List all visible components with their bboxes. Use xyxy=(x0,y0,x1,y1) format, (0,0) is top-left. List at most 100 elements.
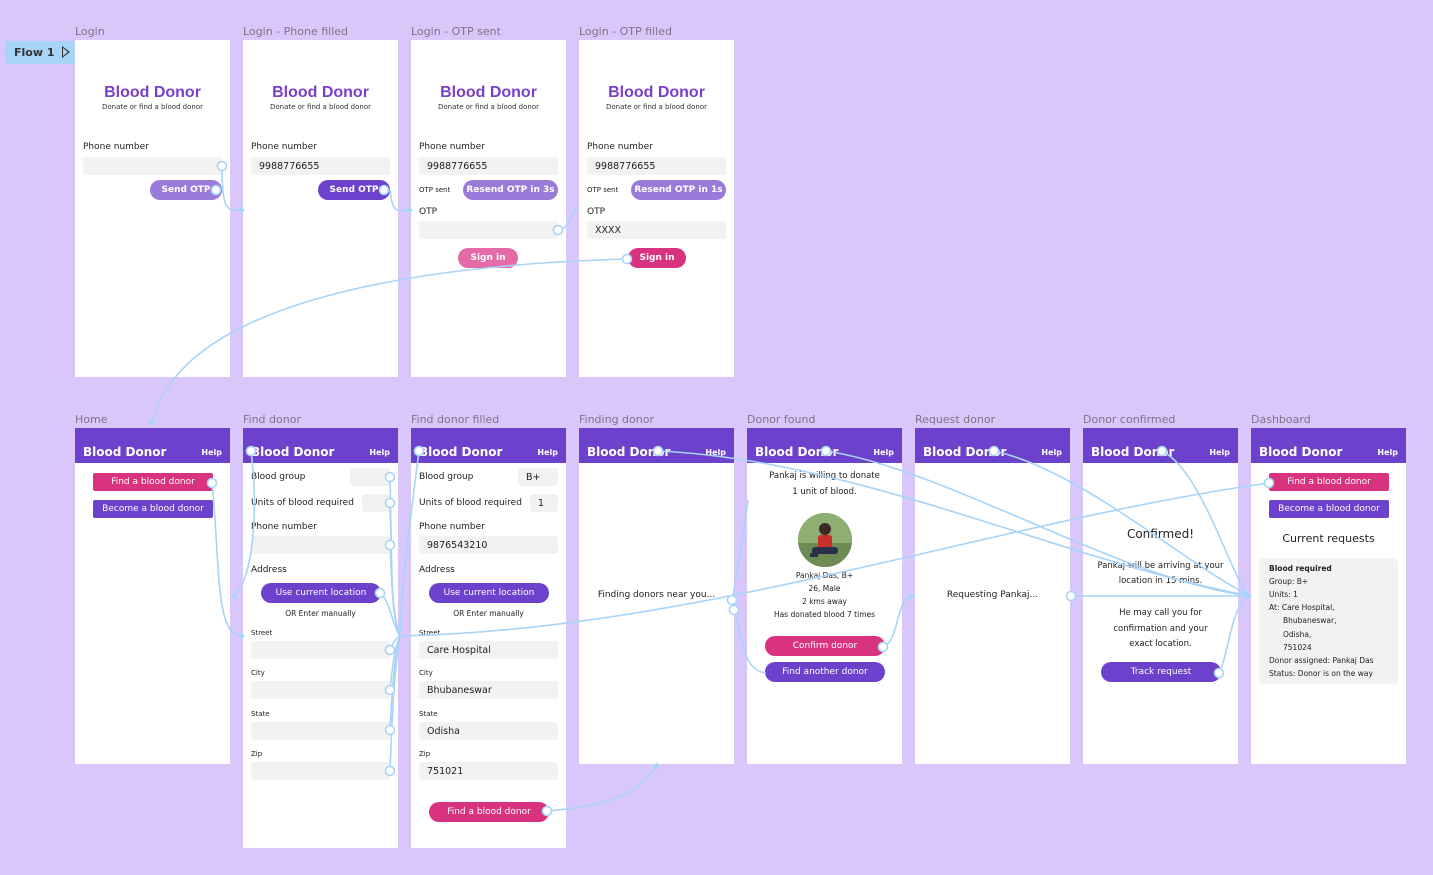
donor-message-line2: 1 unit of blood. xyxy=(792,487,857,497)
units-input[interactable]: 1 xyxy=(530,494,558,512)
state-label: State xyxy=(251,710,270,718)
app-header: Blood Donor Help xyxy=(1251,428,1406,463)
state-input[interactable]: Odisha xyxy=(419,722,558,740)
frame-label-otp-sent: Login - OTP sent xyxy=(411,25,501,38)
city-input[interactable]: Bhubaneswar xyxy=(419,681,558,699)
header-title: Blood Donor xyxy=(587,445,671,459)
use-location-button[interactable]: Use current location xyxy=(261,583,381,603)
prototype-canvas: Flow 1 Login Blood Donor Donate or find … xyxy=(0,0,1433,875)
frame-label-otp-filled: Login - OTP filled xyxy=(579,25,672,38)
flow-start-tag[interactable]: Flow 1 xyxy=(5,41,75,64)
app-tagline: Donate or find a blood donor xyxy=(269,103,372,111)
header-title: Blood Donor xyxy=(923,445,1007,459)
send-otp-button[interactable]: Send OTP xyxy=(150,180,222,200)
frame-find-donor: Blood Donor Help Blood group Units of bl… xyxy=(243,428,398,848)
header-title: Blood Donor xyxy=(1091,445,1175,459)
address-label: Address xyxy=(251,565,287,575)
app-header: Blood Donor Help xyxy=(75,428,230,463)
find-donor-button[interactable]: Find a blood donor xyxy=(93,473,213,491)
help-link[interactable]: Help xyxy=(201,448,222,457)
otp-input[interactable] xyxy=(419,221,558,239)
help-link[interactable]: Help xyxy=(369,448,390,457)
units-input[interactable] xyxy=(362,494,390,512)
find-donor-button[interactable]: Find a blood donor xyxy=(1269,473,1389,491)
blood-group-input[interactable] xyxy=(350,468,390,486)
request-location-line3: Odisha, xyxy=(1283,630,1312,639)
send-otp-button[interactable]: Send OTP xyxy=(318,180,390,200)
frame-label-request-donor: Request donor xyxy=(915,413,996,426)
units-label: Units of blood required xyxy=(251,498,354,508)
address-label: Address xyxy=(419,565,455,575)
donor-photo xyxy=(798,513,852,567)
play-icon[interactable] xyxy=(62,46,70,58)
phone-input[interactable] xyxy=(251,536,390,554)
zip-input[interactable] xyxy=(251,762,390,780)
or-manual-label: OR Enter manually xyxy=(453,609,524,618)
units-label: Units of blood required xyxy=(419,498,522,508)
frame-login-otp-sent: Blood Donor Donate or find a blood donor… xyxy=(411,40,566,377)
request-donor-assigned: Donor assigned: Pankaj Das xyxy=(1269,656,1374,665)
find-donor-button[interactable]: Find a blood donor xyxy=(429,802,549,822)
frame-label-login: Login xyxy=(75,25,105,38)
state-input[interactable] xyxy=(251,722,390,740)
street-input[interactable]: Care Hospital xyxy=(419,641,558,659)
request-group: Group: B+ xyxy=(1269,577,1309,586)
help-link[interactable]: Help xyxy=(873,448,894,457)
otp-label: OTP xyxy=(419,207,438,217)
phone-label: Phone number xyxy=(419,142,485,152)
phone-label: Phone number xyxy=(83,142,149,152)
app-title: Blood Donor xyxy=(272,84,369,101)
request-location-line2: Bhubaneswar, xyxy=(1283,616,1337,625)
help-link[interactable]: Help xyxy=(1377,448,1398,457)
app-tagline: Donate or find a blood donor xyxy=(101,103,204,111)
street-label: Street xyxy=(419,629,441,637)
help-link[interactable]: Help xyxy=(1041,448,1062,457)
request-units: Units: 1 xyxy=(1269,590,1298,599)
header-title: Blood Donor xyxy=(755,445,839,459)
phone-input[interactable]: 9988776655 xyxy=(419,157,558,175)
frame-label-dashboard: Dashboard xyxy=(1251,413,1311,426)
app-header: Blood Donor Help xyxy=(915,428,1070,463)
frame-dashboard: Blood Donor Help Find a blood donor Beco… xyxy=(1251,428,1406,764)
frame-label-login-phone: Login - Phone filled xyxy=(243,25,348,38)
city-input[interactable] xyxy=(251,681,390,699)
phone-input[interactable]: 9876543210 xyxy=(419,536,558,554)
connection-line xyxy=(731,499,749,601)
otp-input[interactable]: XXXX xyxy=(587,221,726,239)
phone-label: Phone number xyxy=(251,142,317,152)
blood-group-label: Blood group xyxy=(251,472,306,482)
street-input[interactable] xyxy=(251,641,390,659)
sign-in-button[interactable]: Sign in xyxy=(458,248,518,268)
phone-input[interactable]: 9988776655 xyxy=(251,157,390,175)
app-header: Blood Donor Help xyxy=(1083,428,1238,463)
find-another-donor-button[interactable]: Find another donor xyxy=(765,662,885,682)
become-donor-button[interactable]: Become a blood donor xyxy=(1269,500,1389,518)
use-location-button[interactable]: Use current location xyxy=(429,583,549,603)
sign-in-button[interactable]: Sign in xyxy=(628,248,686,268)
help-link[interactable]: Help xyxy=(537,448,558,457)
phone-label: Phone number xyxy=(251,522,317,532)
become-donor-button[interactable]: Become a blood donor xyxy=(93,500,213,518)
call-line2: confirmation and your xyxy=(1113,624,1208,634)
frame-label-home: Home xyxy=(75,413,108,426)
zip-input[interactable]: 751021 xyxy=(419,762,558,780)
request-card[interactable]: Blood required Group: B+ Units: 1 At: Ca… xyxy=(1259,558,1398,684)
donor-message-line1: Pankaj is willing to donate xyxy=(769,471,880,481)
confirm-donor-button[interactable]: Confirm donor xyxy=(765,636,885,656)
request-status: Status: Donor is on the way xyxy=(1269,669,1373,678)
help-link[interactable]: Help xyxy=(1209,448,1230,457)
track-request-button[interactable]: Track request xyxy=(1101,662,1221,682)
resend-otp-button[interactable]: Resend OTP in 1s xyxy=(631,180,726,200)
request-location-line1: At: Care Hospital, xyxy=(1269,603,1335,612)
phone-input[interactable]: 9988776655 xyxy=(587,157,726,175)
status-message: Requesting Pankaj... xyxy=(946,590,1039,600)
phone-label: Phone number xyxy=(587,142,653,152)
help-link[interactable]: Help xyxy=(705,448,726,457)
frame-label-find-donor: Find donor xyxy=(243,413,301,426)
phone-input[interactable] xyxy=(83,157,222,175)
frame-login-otp-filled: Blood Donor Donate or find a blood donor… xyxy=(579,40,734,377)
blood-group-input[interactable]: B+ xyxy=(518,468,558,486)
frame-find-donor-filled: Blood Donor Help Blood group B+ Units of… xyxy=(411,428,566,848)
blood-group-label: Blood group xyxy=(419,472,474,482)
resend-otp-button[interactable]: Resend OTP in 3s xyxy=(463,180,558,200)
